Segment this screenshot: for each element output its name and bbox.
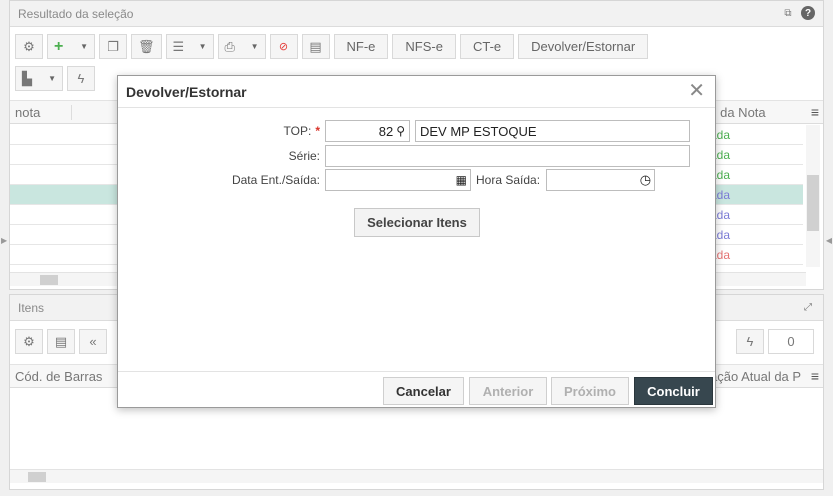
results-vertical-scrollbar[interactable]	[806, 125, 820, 267]
row-status: ada	[710, 148, 731, 162]
chevron-down-icon: ▼	[250, 42, 259, 51]
time-input[interactable]: ◷	[546, 169, 656, 191]
settings-gear-button[interactable]: ⚙	[15, 34, 43, 59]
row-status: ada	[710, 208, 731, 222]
scroll-thumb[interactable]	[807, 175, 819, 231]
nfe-button[interactable]: NF-e	[333, 34, 389, 59]
right-collapse-arrow-icon[interactable]: ◀	[826, 236, 832, 245]
row-status: ada	[710, 188, 731, 202]
serie-label: Série:	[288, 149, 320, 163]
delete-button[interactable]: 🗑	[131, 34, 162, 59]
date-input[interactable]: ▦	[325, 169, 471, 191]
printer-icon: ⎙	[224, 38, 235, 54]
cte-button[interactable]: CT-e	[459, 34, 515, 59]
column-location[interactable]: ação Atual da P	[710, 369, 801, 384]
chevron-down-icon: ▼	[198, 42, 207, 51]
export-button[interactable]: ▙ ▼	[15, 66, 63, 91]
serie-input[interactable]	[325, 145, 690, 167]
required-asterisk: *	[315, 124, 320, 138]
clock-icon[interactable]: ◷	[640, 172, 651, 188]
next-button[interactable]: Próximo	[551, 377, 629, 405]
duplicate-button[interactable]: ❐	[99, 34, 127, 59]
column-barcode[interactable]: Cód. de Barras	[10, 369, 102, 384]
time-label: Hora Saída:	[476, 173, 541, 187]
lightning-icon: ϟ	[77, 71, 85, 86]
top-label-text: TOP:	[283, 124, 312, 138]
date-label: Data Ent./Saída:	[231, 173, 320, 187]
finish-button[interactable]: Concluir	[634, 377, 713, 405]
top-code-input[interactable]: 82 ⚲	[325, 120, 410, 142]
list-icon: ☰	[172, 38, 185, 54]
cancel-doc-button[interactable]: ⊘	[269, 34, 298, 59]
chevron-down-icon: ▼	[48, 74, 56, 83]
previous-button[interactable]: Anterior	[469, 377, 547, 405]
calendar-icon[interactable]: ▦	[456, 173, 467, 187]
expand-icon[interactable]: ⤢	[801, 300, 815, 314]
block-icon: ⊘	[278, 41, 289, 53]
serie-row: Série:	[118, 145, 690, 167]
items-toolbar-right: ϟ 0	[736, 329, 814, 354]
results-panel-title: Resultado da seleção	[18, 6, 134, 21]
top-code-value: 82	[378, 123, 394, 139]
dialog-title-bar: Devolver/Estornar ✕	[118, 76, 715, 108]
action-button[interactable]: ϟ	[67, 66, 95, 91]
devolver-estornar-dialog: Devolver/Estornar ✕ TOP: * 82 ⚲ DEV MP ES…	[117, 75, 716, 408]
column-nota[interactable]: nota	[10, 104, 72, 120]
nfse-button[interactable]: NFS-e	[392, 34, 456, 59]
cancel-button[interactable]: Cancelar	[383, 377, 464, 405]
results-toolbar-2: ▙ ▼ ϟ	[15, 66, 95, 91]
plus-icon: +	[54, 37, 64, 55]
items-panel-title: Itens	[18, 300, 45, 315]
items-list-button[interactable]: ▤	[47, 329, 75, 354]
row-status: ada	[710, 168, 731, 182]
column-menu-icon[interactable]: ≡	[811, 104, 819, 120]
date-time-row: Data Ent./Saída: ▦ Hora Saída: ◷	[118, 169, 656, 191]
close-icon[interactable]: ✕	[688, 81, 705, 101]
items-first-page-button[interactable]: «	[79, 329, 107, 354]
select-items-button[interactable]: Selecionar Itens	[354, 208, 480, 237]
items-toolbar: ⚙ ▤ «	[15, 329, 107, 354]
results-panel-header: Resultado da seleção ⧉ ?	[10, 1, 823, 27]
print-button[interactable]: ⎙ ▼	[217, 34, 266, 59]
list-menu-button[interactable]: ☰ ▼	[165, 34, 214, 59]
items-action-button[interactable]: ϟ	[736, 329, 764, 354]
items-settings-button[interactable]: ⚙	[15, 329, 43, 354]
row-status: ada	[710, 248, 731, 262]
dialog-title: Devolver/Estornar	[126, 83, 247, 100]
search-icon[interactable]: ⚲	[396, 124, 405, 138]
dialog-footer-divider	[118, 371, 715, 372]
results-toolbar: ⚙ + ▼ ❐ 🗑 ☰ ▼ ⎙ ▼ ⊘ ▤ NF-e NFS-e CT-e Devol…	[15, 34, 649, 59]
column-menu-icon[interactable]: ≡	[811, 368, 819, 384]
row-status: ada	[710, 128, 731, 142]
items-horizontal-scrollbar[interactable]	[10, 469, 823, 483]
document-button[interactable]: ▤	[301, 34, 330, 59]
row-status: ada	[710, 228, 731, 242]
file-export-icon: ▙	[22, 70, 32, 86]
top-description-field: DEV MP ESTOQUE	[415, 120, 690, 142]
top-description-value: DEV MP ESTOQUE	[420, 123, 537, 139]
top-row: TOP: * 82 ⚲ DEV MP ESTOQUE	[118, 120, 690, 142]
scroll-thumb[interactable]	[28, 472, 46, 482]
help-icon[interactable]: ?	[801, 6, 815, 20]
left-collapse-arrow-icon[interactable]: ▶	[1, 236, 7, 245]
add-button[interactable]: + ▼	[47, 34, 95, 59]
chevron-down-icon: ▼	[80, 42, 88, 51]
column-status-nota[interactable]: s da Nota	[710, 105, 766, 120]
top-label: TOP: *	[118, 124, 320, 138]
page-number-input[interactable]: 0	[768, 329, 814, 354]
devolver-estornar-button[interactable]: Devolver/Estornar	[518, 34, 649, 59]
popout-icon[interactable]: ⧉	[781, 6, 795, 20]
scroll-thumb[interactable]	[40, 275, 58, 285]
